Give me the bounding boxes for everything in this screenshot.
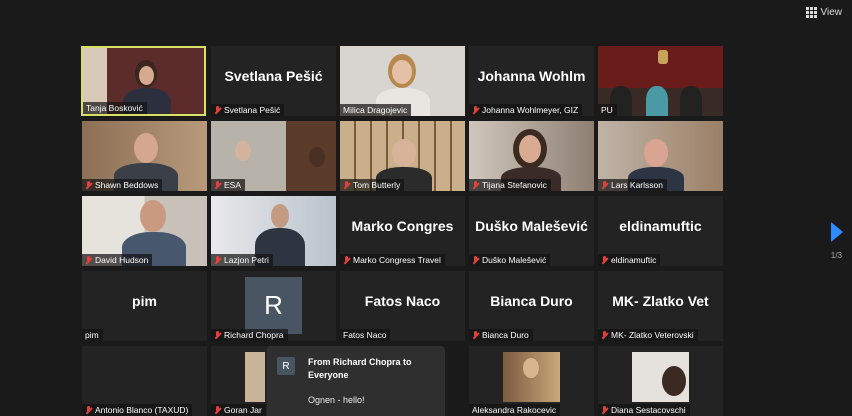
mic-muted-icon [472, 180, 479, 190]
chat-sender: From Richard Chopra to Everyone [308, 357, 412, 380]
mic-muted-icon [214, 405, 221, 415]
participant-tile-esa[interactable]: ESA [211, 121, 336, 191]
participant-tile-antonio[interactable]: Antonio Blanco (TAXUD) [82, 346, 207, 416]
participant-tile-diana[interactable]: Diana Sestacovschi [598, 346, 723, 416]
participant-display-name: Svetlana Pešić [224, 68, 323, 84]
participant-name: Tom Butterly [340, 179, 405, 191]
participant-tile-david[interactable]: David Hudson [82, 196, 207, 266]
participant-name: Tanja Bosković [83, 102, 147, 114]
participant-tile-pu[interactable]: PU [598, 46, 723, 116]
participant-name: Duško Malešević [469, 254, 551, 266]
participant-display-name: Johanna Wohlm [477, 68, 586, 84]
participant-display-name: eldinamuftic [619, 218, 702, 234]
participant-name: MK- Zlatko Veterovski [598, 329, 698, 341]
participant-tile-bianca[interactable]: Bianca Duro Bianca Duro [469, 271, 594, 341]
participant-name: Antonio Blanco (TAXUD) [82, 404, 193, 416]
mic-muted-icon [472, 330, 479, 340]
mic-muted-icon [601, 180, 608, 190]
participant-name: Johanna Wohlmeyer, GIZ [469, 104, 583, 116]
participant-display-name: Fatos Naco [364, 293, 441, 309]
mic-muted-icon [214, 105, 221, 115]
participant-tile-shawn[interactable]: Shawn Beddows [82, 121, 207, 191]
participant-name: Svetlana Pešić [211, 104, 285, 116]
mic-muted-icon [343, 255, 350, 265]
participant-display-name: MK- Zlatko Vet [612, 293, 709, 309]
participant-tile-lazjon[interactable]: Lazjon Petri [211, 196, 336, 266]
mic-muted-icon [601, 255, 608, 265]
participant-name: Goran Jar [211, 404, 266, 416]
participant-name: Fatos Naco [340, 329, 391, 341]
participant-tile-tijana[interactable]: Tijana Stefanovic [469, 121, 594, 191]
participant-name: Shawn Beddows [82, 179, 163, 191]
mic-muted-icon [472, 255, 479, 265]
participant-name: eldinamuftic [598, 254, 661, 266]
participant-tile-lars[interactable]: Lars Karlsson [598, 121, 723, 191]
mic-muted-icon [214, 330, 221, 340]
video-preview [245, 352, 265, 402]
participant-name: Diana Sestacovschi [598, 404, 690, 416]
participant-name: Richard Chopra [211, 329, 288, 341]
chat-avatar: R [277, 357, 295, 375]
mic-muted-icon [85, 405, 92, 415]
participant-tile-fatos[interactable]: Fatos Naco Fatos Naco [340, 271, 465, 341]
participant-name: Milica Dragojevic [340, 104, 412, 116]
participant-tile-tom[interactable]: Tom Butterly [340, 121, 465, 191]
mic-muted-icon [214, 255, 221, 265]
participant-name: ESA [211, 179, 246, 191]
avatar: R [245, 277, 302, 334]
mic-muted-icon [214, 180, 221, 190]
participant-name: Marko Congress Travel [340, 254, 445, 266]
chat-notification[interactable]: R From Richard Chopra to Everyone Ognen … [267, 346, 445, 416]
mic-muted-icon [85, 180, 92, 190]
participant-tile-johanna[interactable]: Johanna Wohlm Johanna Wohlmeyer, GIZ [469, 46, 594, 116]
participant-tile-richard[interactable]: R Richard Chopra [211, 271, 336, 341]
participant-display-name: Duško Malešević [475, 218, 588, 234]
participant-tile-svetlana[interactable]: Svetlana Pešić Svetlana Pešić [211, 46, 336, 116]
participant-name: Lars Karlsson [598, 179, 667, 191]
view-label: View [820, 6, 843, 18]
participant-name: Bianca Duro [469, 329, 533, 341]
mic-muted-icon [343, 180, 350, 190]
participant-name: Lazjon Petri [211, 254, 273, 266]
next-page-arrow-icon[interactable] [831, 222, 843, 242]
mic-muted-icon [472, 105, 479, 115]
participant-tile-zlatko[interactable]: MK- Zlatko Vet MK- Zlatko Veterovski [598, 271, 723, 341]
participant-display-name: Bianca Duro [490, 293, 573, 309]
mic-muted-icon [601, 405, 608, 415]
participant-name: Aleksandra Rakocevic [469, 404, 561, 416]
participant-tile-tanja[interactable]: Tanja Bosković [81, 46, 206, 116]
participant-tile-dusko[interactable]: Duško Malešević Duško Malešević [469, 196, 594, 266]
participant-display-name: Marko Congres [351, 218, 454, 234]
participant-tile-pim[interactable]: pim pim [82, 271, 207, 341]
grid-view-icon [805, 6, 817, 18]
chat-message: Ognen - hello! [308, 395, 365, 405]
participant-tile-marko[interactable]: Marko Congres Marko Congress Travel [340, 196, 465, 266]
participant-tile-eldin[interactable]: eldinamuftic eldinamuftic [598, 196, 723, 266]
participant-display-name: pim [132, 293, 157, 309]
participant-name: pim [82, 329, 103, 341]
mic-muted-icon [85, 255, 92, 265]
participant-name: David Hudson [82, 254, 153, 266]
mic-muted-icon [601, 330, 608, 340]
participant-tile-aleksandra[interactable]: Aleksandra Rakocevic [469, 346, 594, 416]
participant-tile-milica[interactable]: Milica Dragojevic [340, 46, 465, 116]
view-button[interactable]: View [802, 4, 847, 20]
page-indicator: 1/3 [830, 251, 842, 260]
participant-name: PU [598, 104, 617, 116]
participant-name: Tijana Stefanovic [469, 179, 551, 191]
